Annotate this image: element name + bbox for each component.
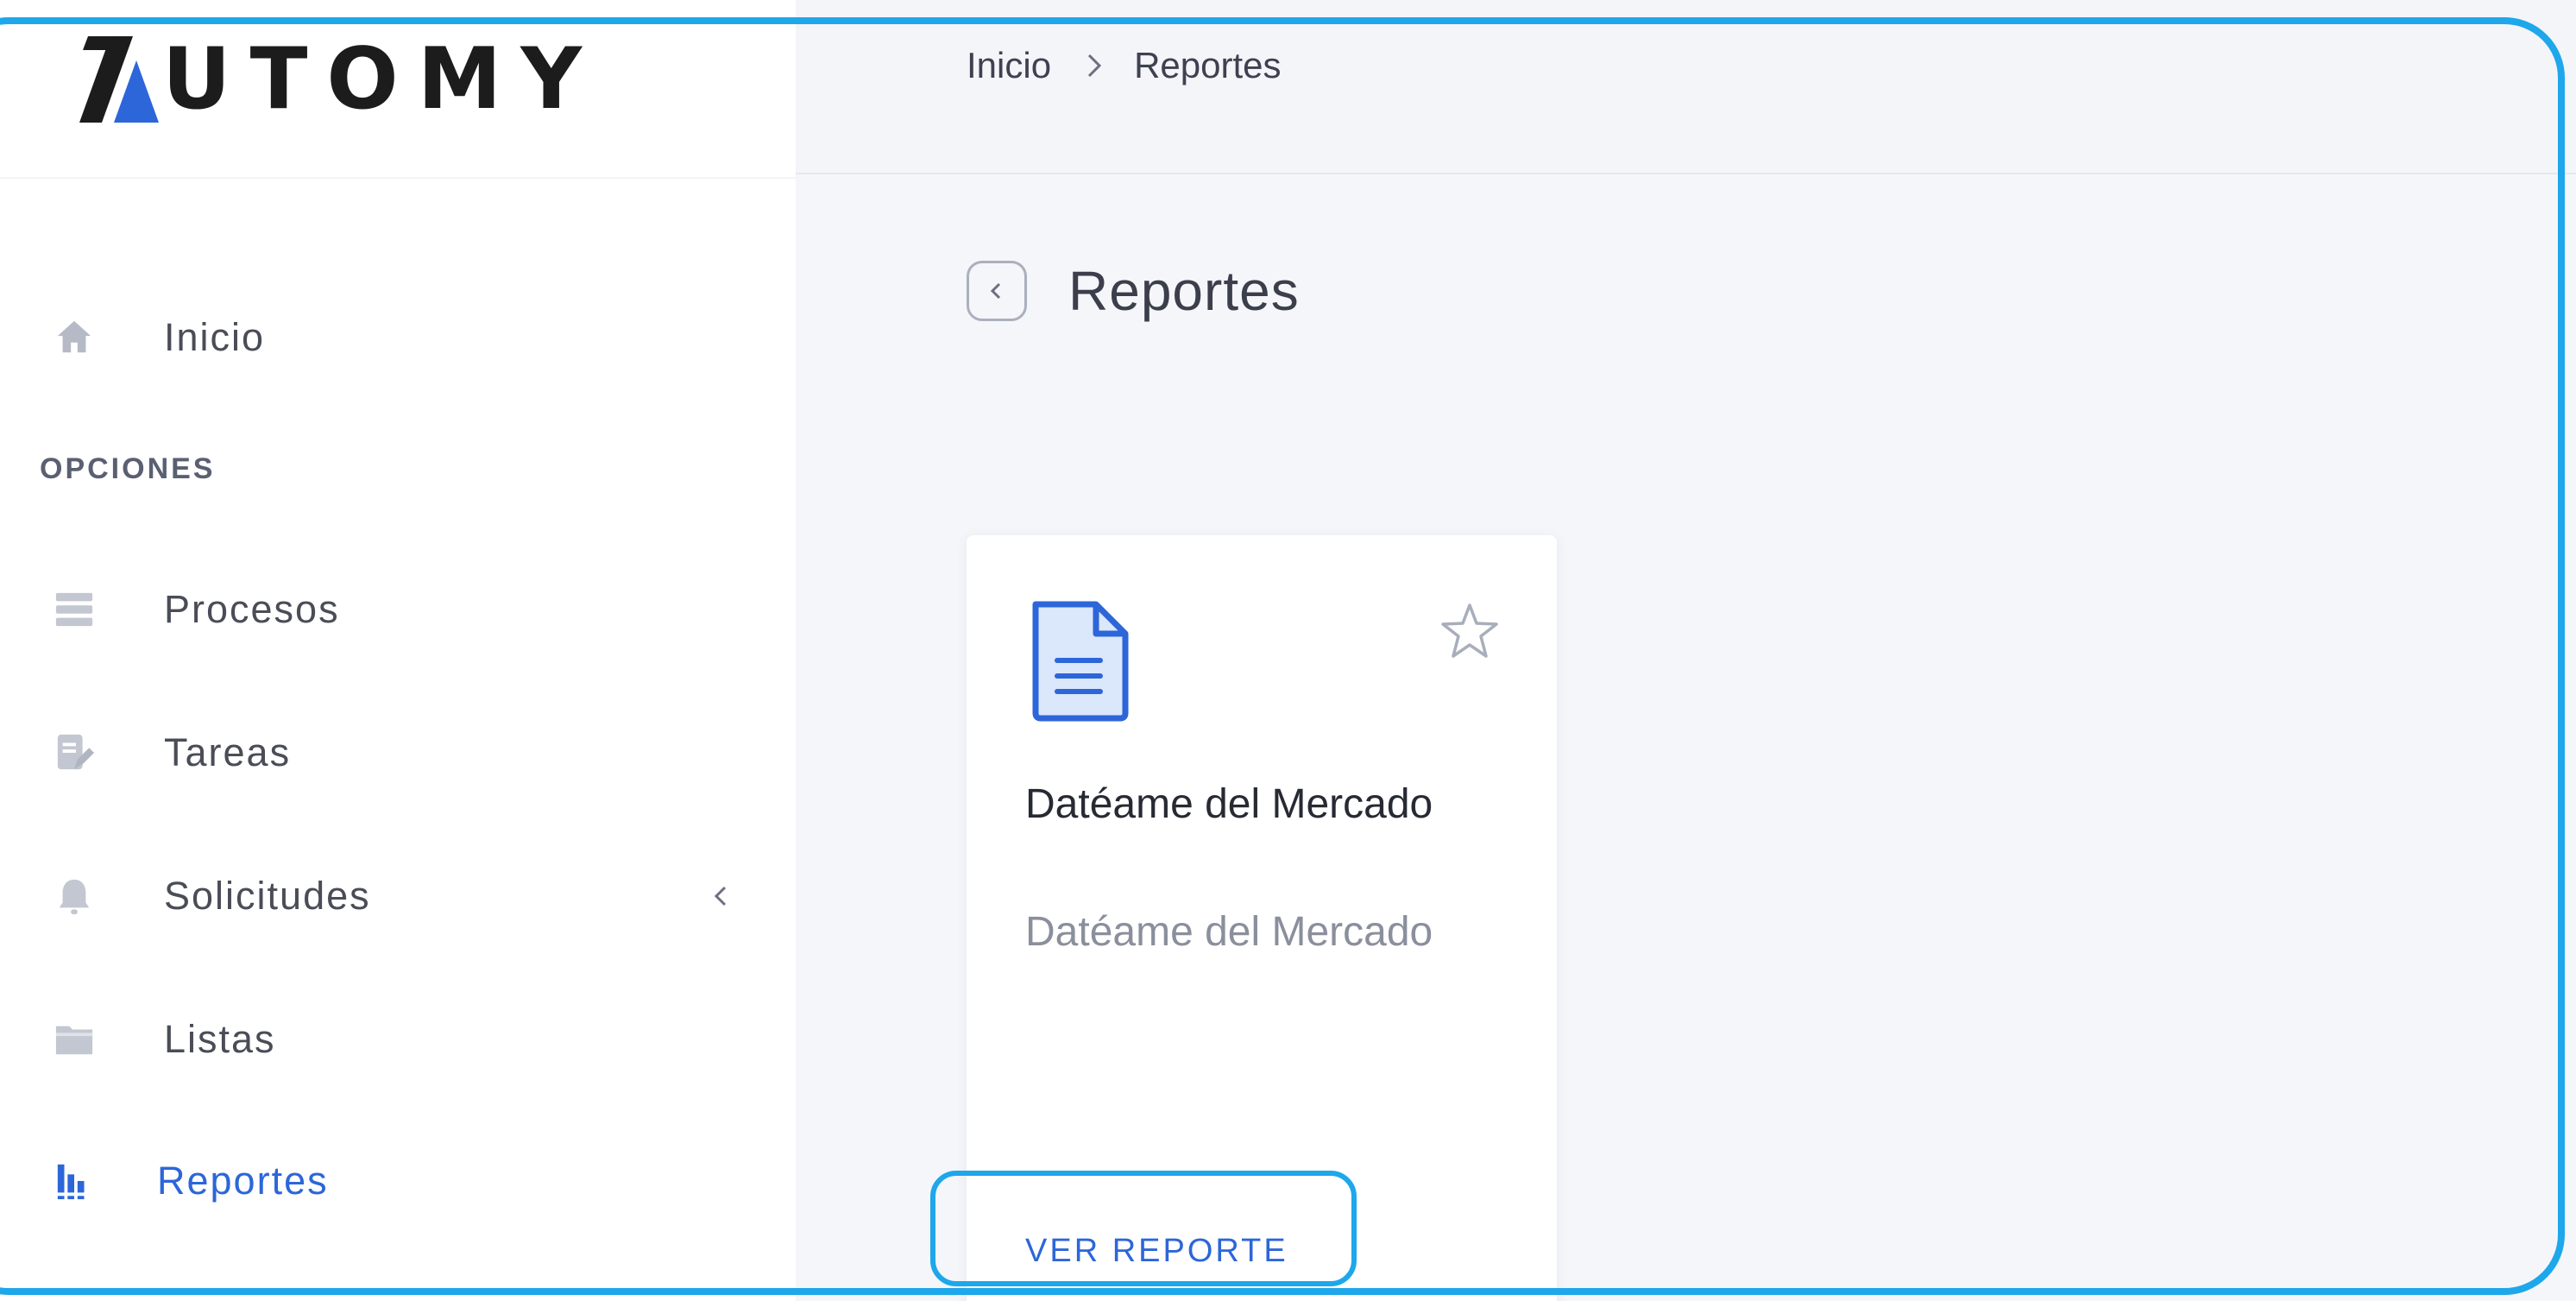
report-description: Datéame del Mercado — [1025, 909, 1433, 955]
breadcrumb: Inicio Reportes — [967, 45, 1281, 86]
folder-icon — [52, 1017, 97, 1062]
star-icon[interactable] — [1439, 601, 1500, 661]
sidebar-item-inicio[interactable]: Inicio — [0, 290, 796, 385]
page-header: Reportes — [967, 259, 1300, 323]
chevron-left-icon — [990, 282, 1001, 300]
document-icon — [1032, 601, 1129, 722]
back-button[interactable] — [967, 261, 1027, 321]
bell-icon — [52, 874, 97, 919]
sidebar-item-label: Listas — [164, 1017, 276, 1061]
page-title: Reportes — [1068, 260, 1300, 322]
topbar: Inicio Reportes — [796, 0, 2576, 174]
app-window: UTOMY Inicio OPCIONES Procesos Tareas So… — [0, 0, 2576, 1301]
sidebar: UTOMY Inicio OPCIONES Procesos Tareas So… — [0, 0, 796, 1301]
sidebar-item-reportes[interactable]: Reportes — [0, 1134, 796, 1228]
sidebar-item-tareas[interactable]: Tareas — [0, 705, 796, 800]
sidebar-item-procesos[interactable]: Procesos — [0, 562, 796, 657]
bar-chart-icon — [52, 1159, 97, 1203]
sidebar-item-label: Procesos — [164, 587, 340, 631]
main-content: Inicio Reportes Reportes Datéame del Mer… — [796, 0, 2576, 1301]
view-report-button[interactable]: VER REPORTE — [1025, 1233, 1288, 1270]
server-icon — [52, 587, 97, 632]
logo-area: UTOMY — [0, 0, 796, 179]
report-title: Datéame del Mercado — [1025, 781, 1433, 827]
logo[interactable]: UTOMY — [79, 36, 601, 123]
section-label: OPCIONES — [40, 452, 216, 485]
logo-mark-icon — [79, 36, 159, 123]
edit-note-icon — [52, 730, 97, 775]
breadcrumb-item-inicio[interactable]: Inicio — [967, 45, 1051, 86]
breadcrumb-item-reportes: Reportes — [1134, 45, 1282, 85]
sidebar-item-label: Solicitudes — [164, 874, 371, 918]
sidebar-item-solicitudes[interactable]: Solicitudes — [0, 849, 796, 944]
chevron-right-icon — [1088, 54, 1102, 78]
logo-text: UTOMY — [162, 30, 601, 129]
sidebar-item-label: Inicio — [164, 315, 266, 359]
chevron-left-icon — [714, 886, 727, 906]
report-card[interactable]: Datéame del Mercado Datéame del Mercado … — [967, 535, 1557, 1301]
sidebar-item-listas[interactable]: Listas — [0, 992, 796, 1087]
sidebar-item-label: Reportes — [157, 1159, 329, 1203]
sidebar-item-label: Tareas — [164, 730, 292, 774]
home-icon — [52, 315, 97, 360]
